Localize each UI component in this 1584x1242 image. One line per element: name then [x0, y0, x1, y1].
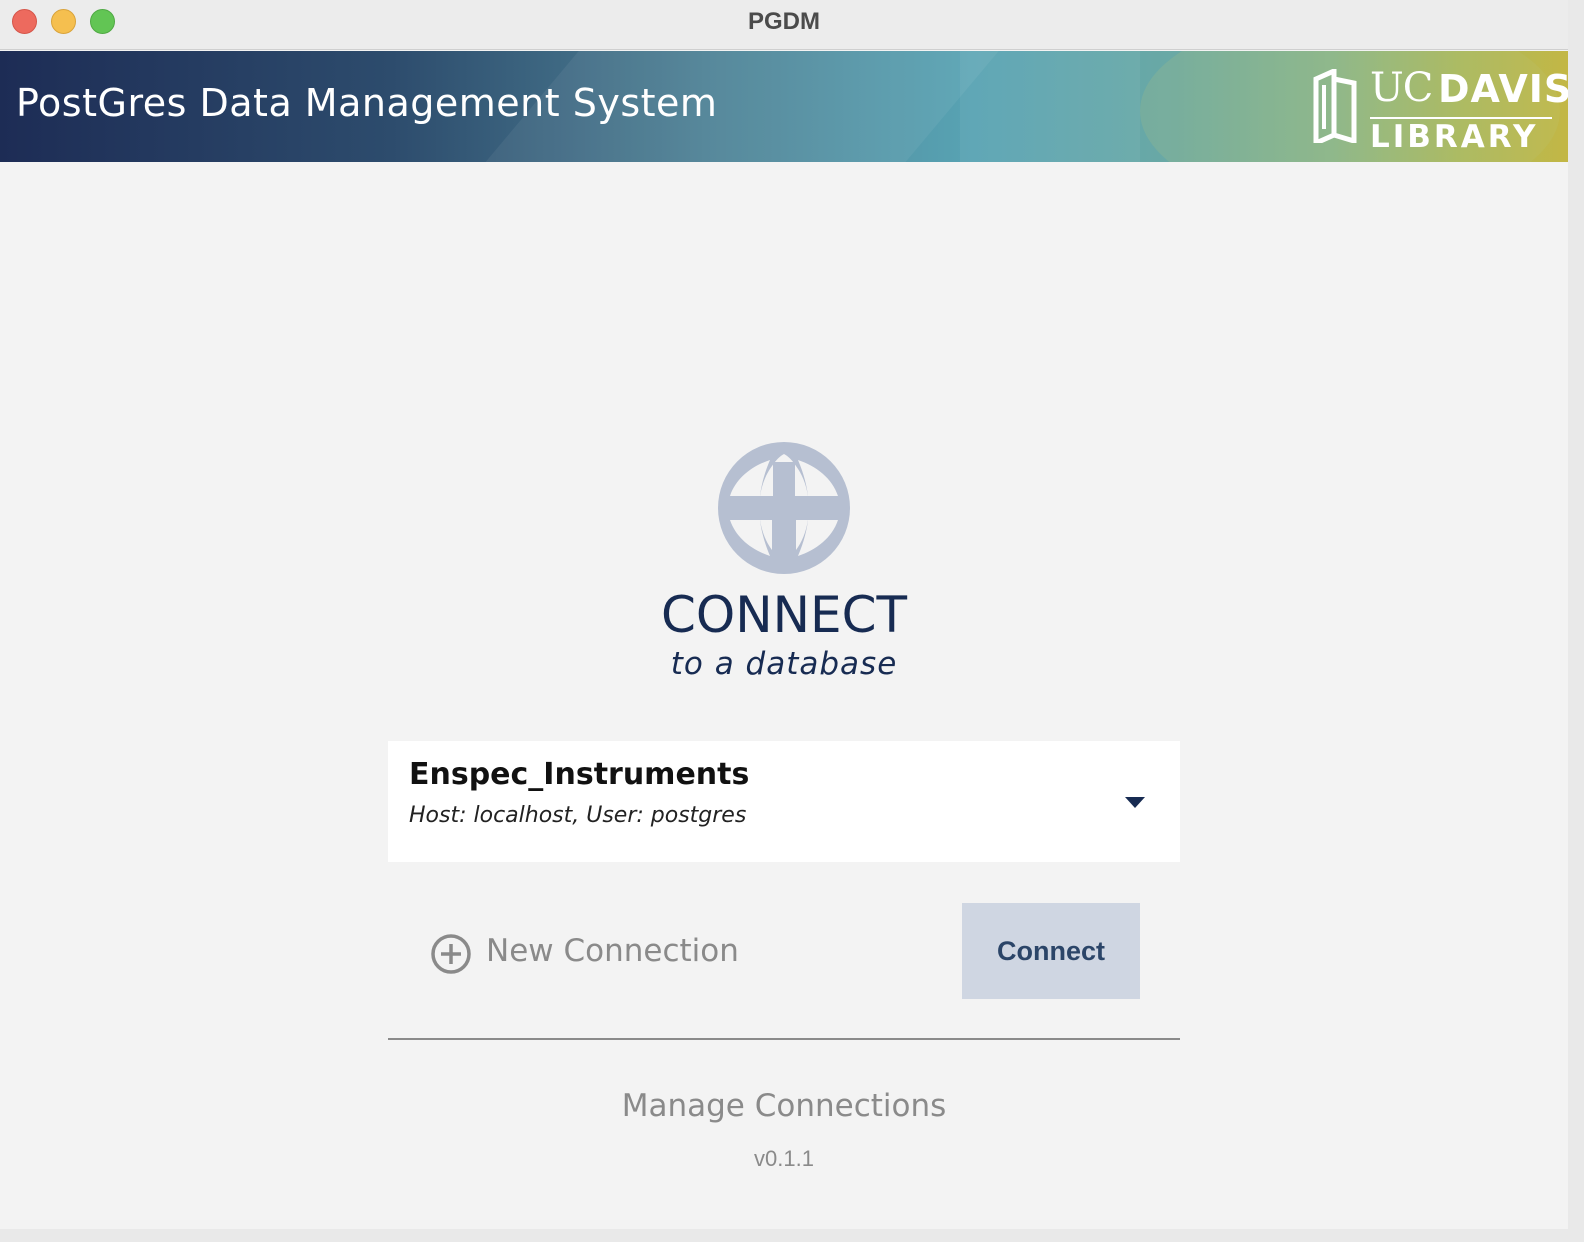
ucdavis-library-logo: UC DAVIS LIBRARY: [1310, 65, 1568, 155]
new-connection-label: New Connection: [486, 933, 739, 969]
connection-detail: Host: localhost, User: postgres: [409, 803, 747, 828]
plus-circle-icon: [431, 934, 471, 974]
manage-connections-link[interactable]: Manage Connections: [0, 1088, 1568, 1124]
app-title: PostGres Data Management System: [16, 81, 718, 125]
title-bar: PGDM: [0, 0, 1568, 50]
divider: [388, 1038, 1180, 1040]
connection-name: Enspec_Instruments: [409, 757, 750, 792]
logo-uc-text: UC: [1370, 65, 1433, 111]
version-label: v0.1.1: [754, 1146, 814, 1171]
app-window: PGDM PostGres Data Management System UC …: [0, 0, 1568, 1229]
library-book-icon: [1313, 69, 1357, 143]
logo-davis-text: DAVIS: [1438, 67, 1568, 111]
header-banner: PostGres Data Management System UC DAVIS…: [0, 51, 1568, 162]
connect-heading: CONNECT: [660, 586, 908, 644]
connection-select[interactable]: Enspec_Instruments Host: localhost, User…: [388, 741, 1180, 862]
chevron-down-icon[interactable]: [1125, 797, 1145, 808]
globe-icon: [718, 442, 850, 574]
window-title: PGDM: [748, 8, 820, 35]
connect-button[interactable]: Connect: [962, 903, 1140, 999]
logo-library-text: LIBRARY: [1370, 119, 1539, 155]
connect-subheading: to a database: [670, 646, 898, 682]
